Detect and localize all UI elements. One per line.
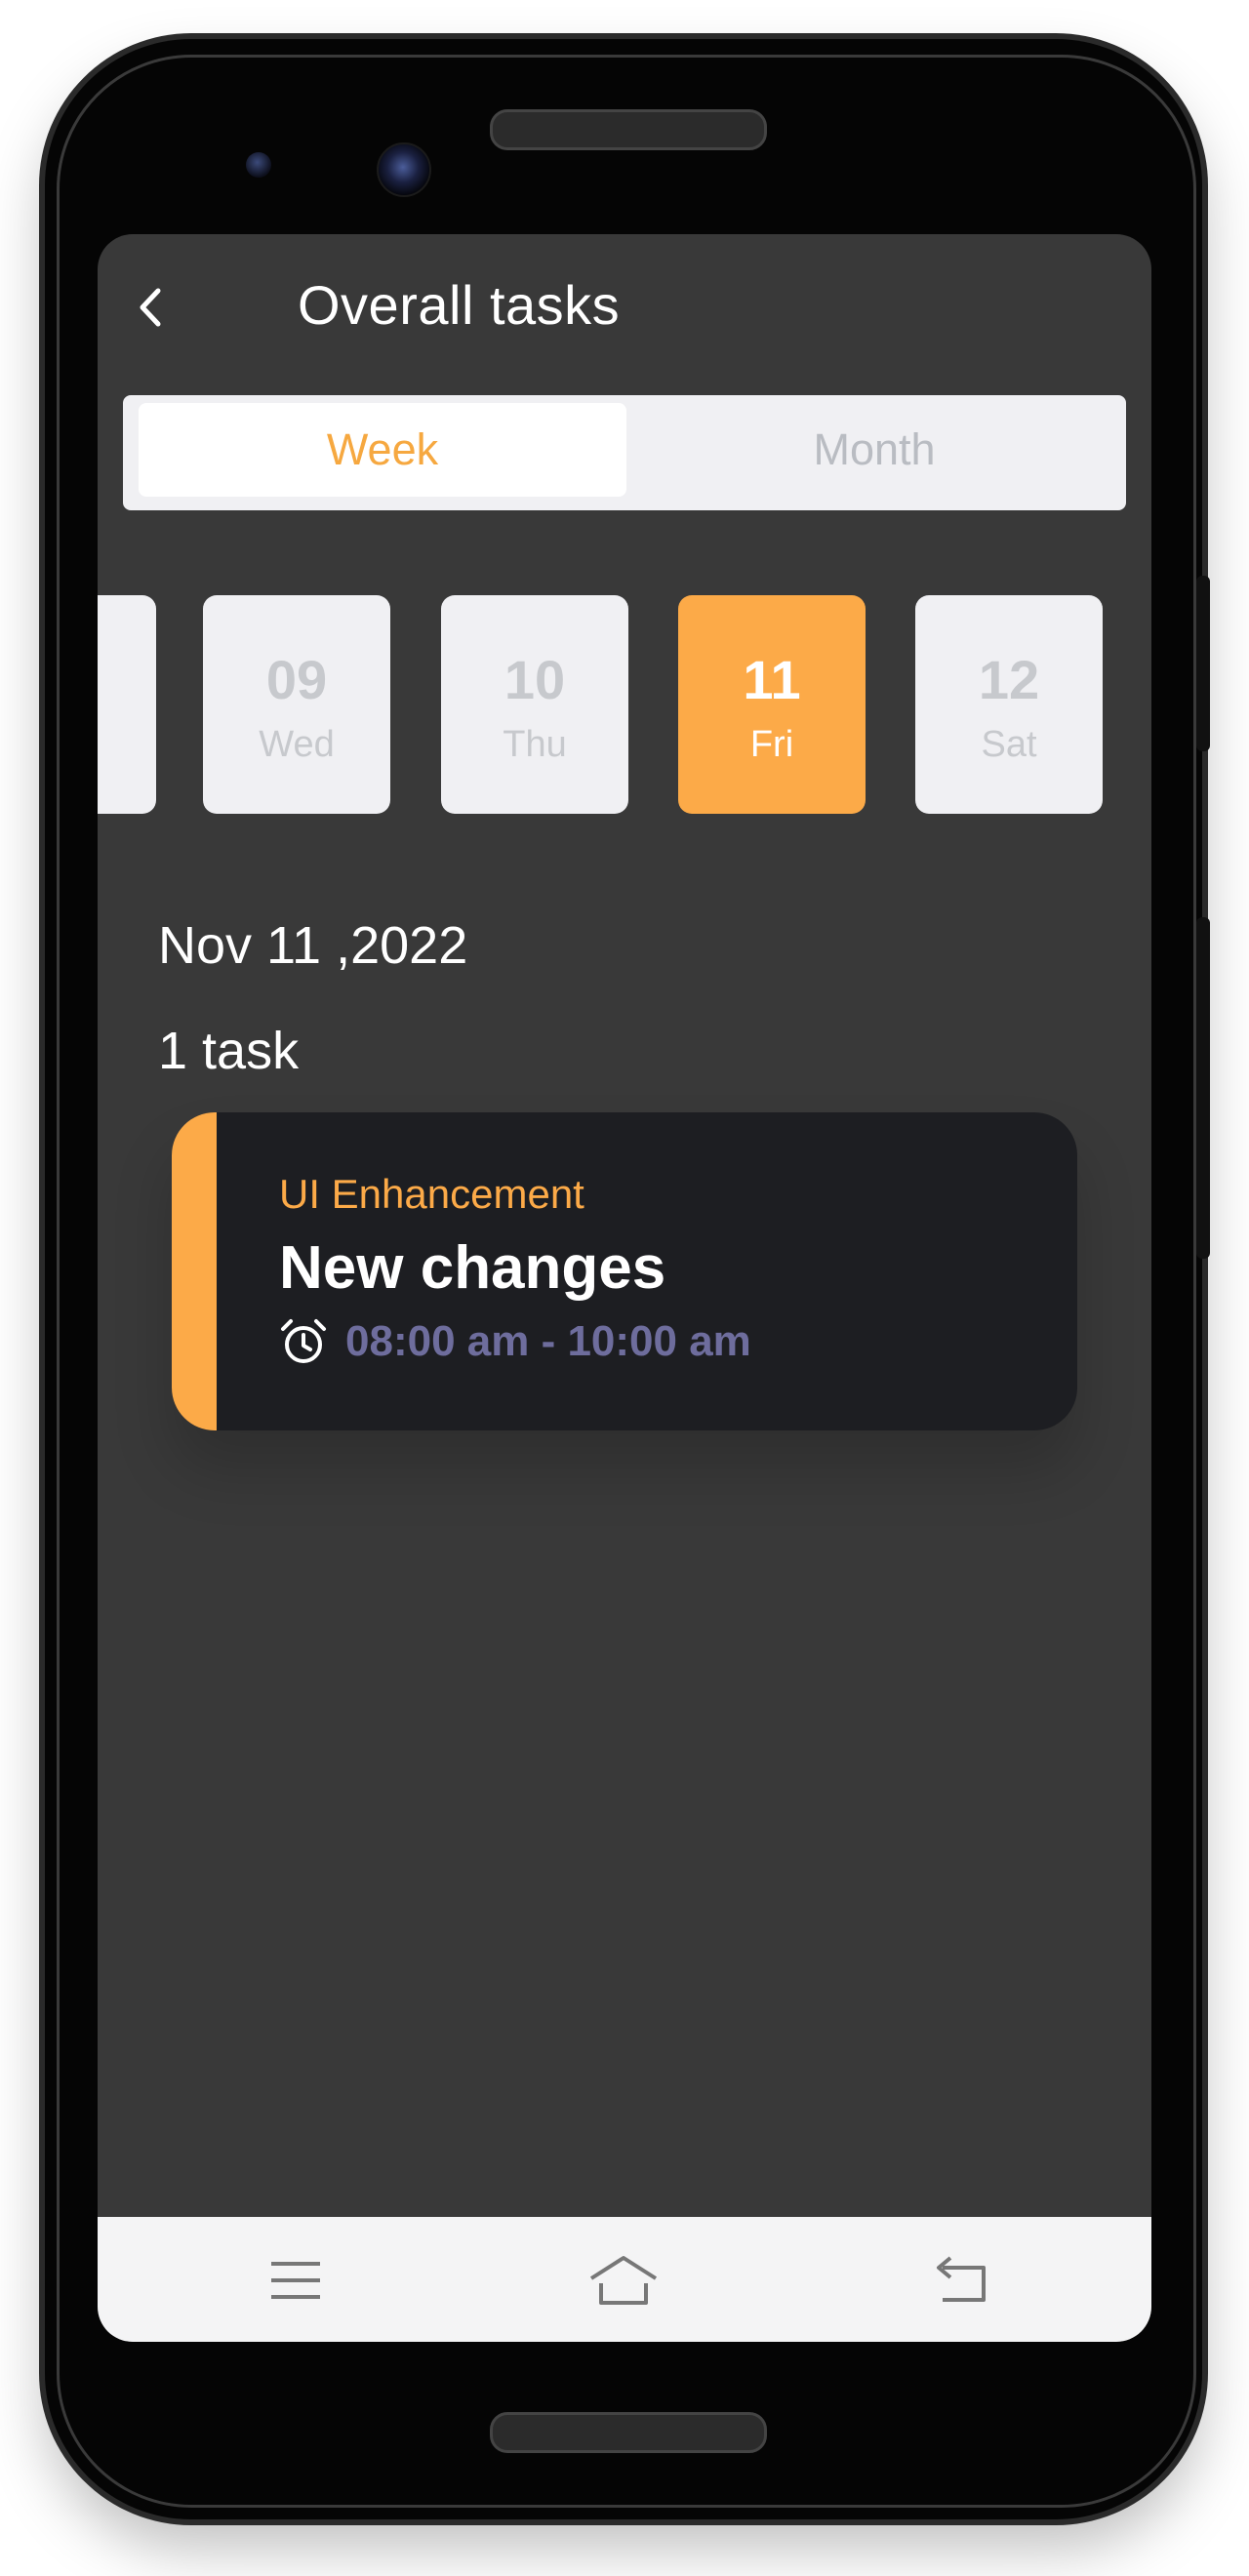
day-card-thu[interactable]: 10 Thu <box>441 595 628 814</box>
back-icon[interactable] <box>927 2246 995 2314</box>
task-count: 1 task <box>158 1022 300 1080</box>
day-card-previous[interactable] <box>98 595 156 814</box>
volume-button <box>1196 917 1210 1259</box>
alarm-clock-icon <box>281 1319 326 1363</box>
selected-date: Nov 11 ,2022 <box>158 916 468 975</box>
day-weekday: Wed <box>259 724 335 765</box>
day-weekday: Fri <box>749 724 794 765</box>
day-number: 09 <box>265 649 328 710</box>
day-card-fri-selected[interactable]: 11 Fri <box>678 595 866 814</box>
day-weekday: Sat <box>981 724 1037 765</box>
task-time-range: 08:00 am - 10:00 am <box>345 1317 751 1365</box>
task-title: New changes <box>279 1234 666 1302</box>
menu-icon[interactable] <box>262 2246 330 2314</box>
power-button <box>1196 576 1210 751</box>
back-arrow-icon[interactable] <box>131 283 170 332</box>
day-number: 11 <box>743 649 801 710</box>
bottom-speaker <box>490 2412 767 2453</box>
day-number: 10 <box>504 649 566 710</box>
system-nav-bar <box>98 2217 1151 2342</box>
sensor-icon <box>246 152 271 178</box>
task-category: UI Enhancement <box>279 1171 584 1217</box>
task-accent-bar <box>172 1112 217 1430</box>
app-header: Overall tasks <box>98 234 1151 381</box>
day-selector: 09 Wed 10 Thu 11 Fri 12 Sat <box>98 595 1151 820</box>
tab-month[interactable]: Month <box>630 403 1118 497</box>
home-icon[interactable] <box>589 2246 658 2314</box>
period-segmented-control: Week Month <box>123 395 1126 510</box>
earpiece-speaker <box>490 109 767 150</box>
stage: Overall tasks Week Month 09 Wed 10 Thu 1… <box>0 0 1249 2576</box>
day-number: 12 <box>978 649 1040 710</box>
day-card-wed[interactable]: 09 Wed <box>203 595 390 814</box>
tab-week[interactable]: Week <box>139 403 626 497</box>
day-weekday: Thu <box>503 724 567 765</box>
app-screen: Overall tasks Week Month 09 Wed 10 Thu 1… <box>98 234 1151 2342</box>
task-card[interactable]: UI Enhancement New changes 08:00 am - 10… <box>172 1112 1077 1430</box>
day-card-sat[interactable]: 12 Sat <box>915 595 1103 814</box>
page-title: Overall tasks <box>298 274 621 336</box>
front-camera-icon <box>377 142 431 197</box>
